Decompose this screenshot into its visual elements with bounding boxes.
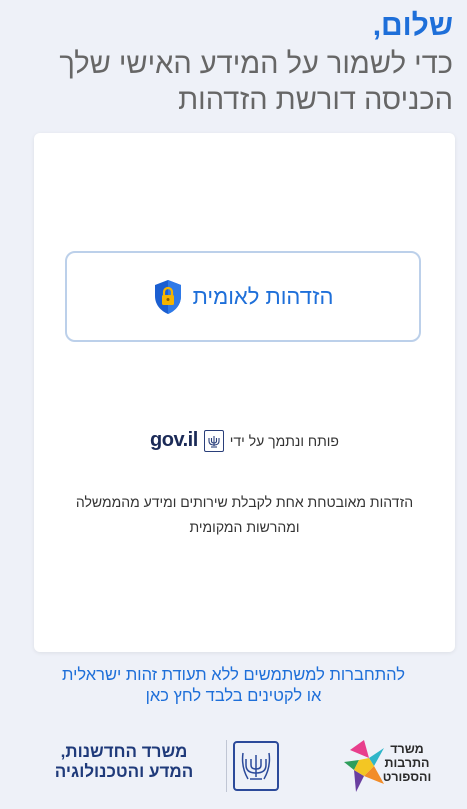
shield-lock-icon [154, 279, 181, 314]
provider-row: פותח ונתמך על ידי gov.il [34, 429, 455, 452]
login-card: הזדהות לאומית פותח ונתמך על ידי gov.il ה… [34, 133, 455, 652]
footer-divider [226, 740, 227, 792]
greeting-title: שלום, [372, 9, 453, 42]
foreign-users-link-line1[interactable]: להתחברות למשתמשים ללא תעודת זהות ישראלית [0, 665, 467, 686]
service-description: הזדהות מאובטחת אחת לקבלת שירותים ומידע מ… [75, 494, 414, 535]
gov-il-logo: gov.il [150, 429, 198, 451]
national-id-button[interactable]: הזדהות לאומית [65, 251, 421, 342]
state-emblem-icon [203, 429, 224, 452]
foreign-users-link[interactable]: להתחברות למשתמשים ללא תעודת זהות ישראלית… [0, 665, 467, 707]
culture-ministry-logo: משרד התרבות והספורט [342, 736, 442, 794]
state-emblem-icon [233, 741, 279, 791]
national-id-button-label: הזדהות לאומית [192, 283, 334, 309]
provider-text: פותח ונתמך על ידי [229, 432, 339, 449]
colorful-star-icon [344, 740, 384, 792]
footer-logos: משרד התרבות והספורט משרד החדשנות, המדע ו… [0, 732, 467, 807]
foreign-users-link-line2[interactable]: או לקטינים בלבד לחץ כאן [0, 686, 467, 707]
innovation-ministry-name: משרד החדשנות, המדע והטכנולוגיה [54, 742, 194, 781]
page-subtitle: כדי לשמור על המידע האישי שלך הכניסה דורש… [59, 48, 453, 116]
